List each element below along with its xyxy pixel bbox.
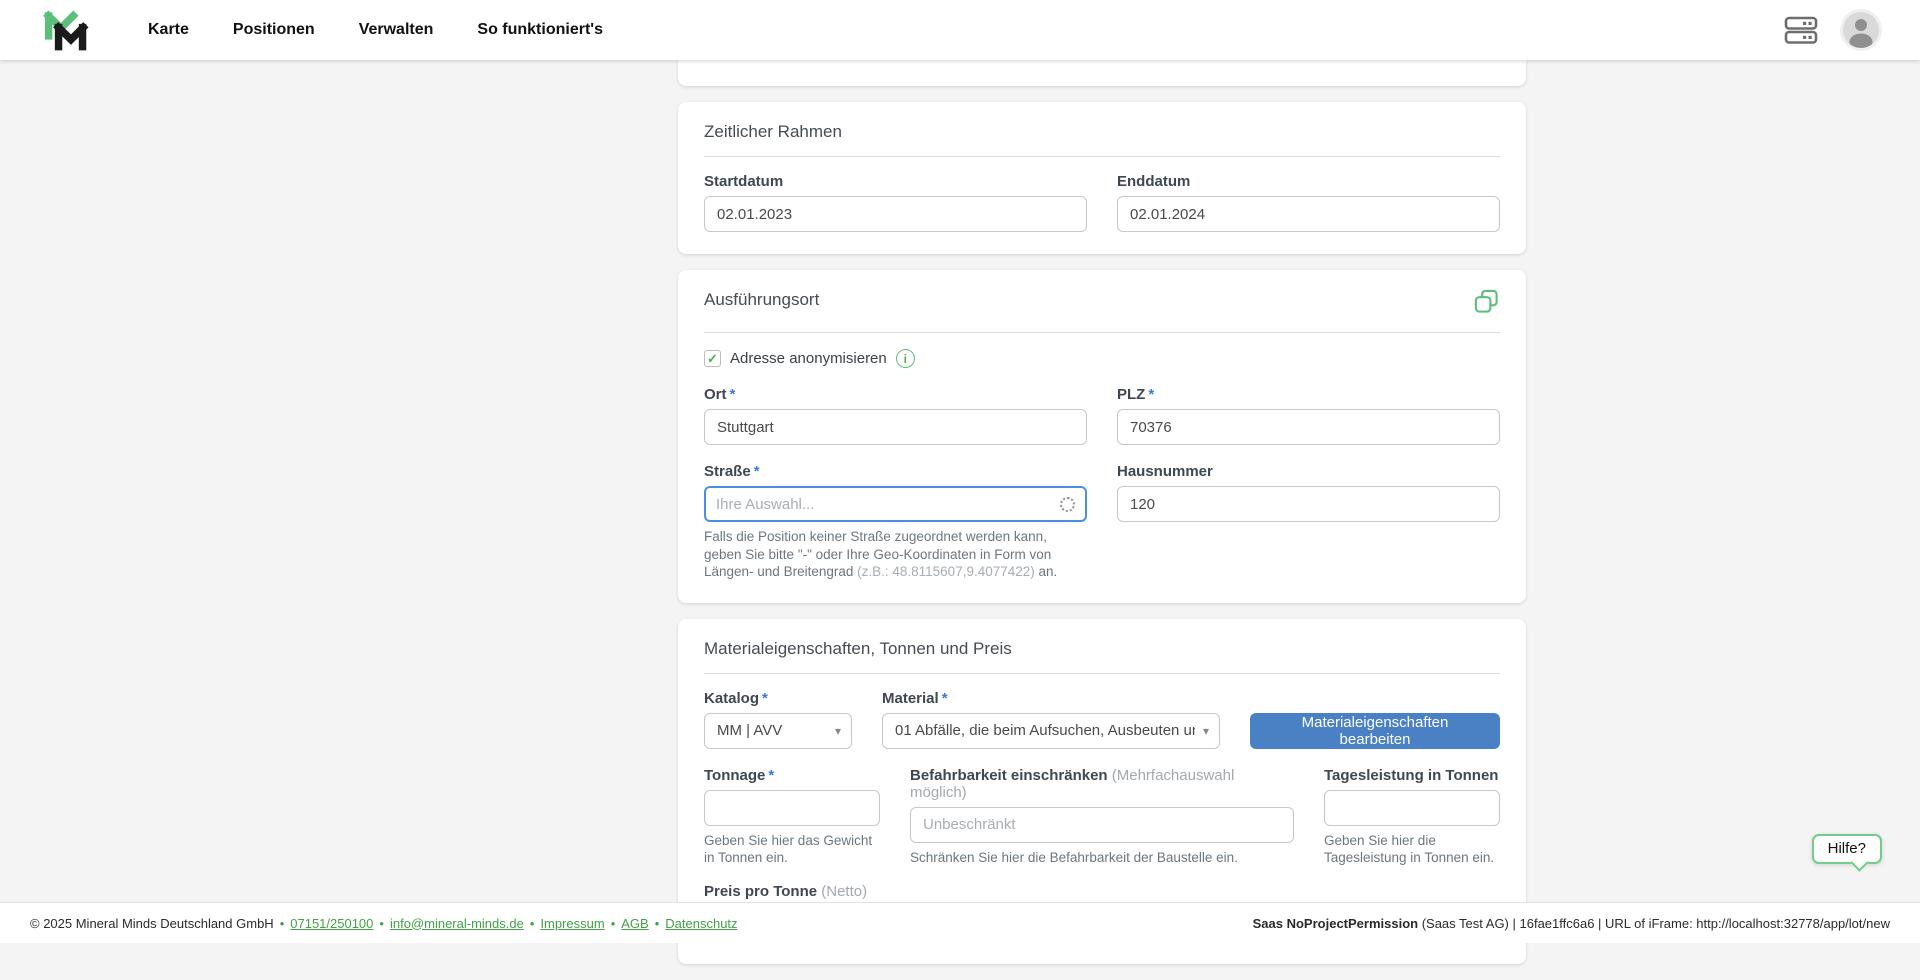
enddatum-field-group: Enddatum <box>1117 173 1500 232</box>
tonnage-input[interactable] <box>704 790 880 826</box>
strasse-label: Straße* <box>704 463 1087 480</box>
tagesleistung-input[interactable] <box>1324 790 1500 826</box>
strasse-combobox[interactable] <box>704 486 1087 522</box>
footer-agb-link[interactable]: AGB <box>621 916 648 931</box>
previous-card-bottom <box>678 60 1526 86</box>
help-button[interactable]: Hilfe? <box>1812 834 1882 864</box>
info-icon[interactable]: i <box>896 349 915 368</box>
anonymize-row: ✓ Adresse anonymisieren i <box>704 349 1500 368</box>
katalog-select[interactable]: MM | AVV ▾ <box>704 713 852 749</box>
katalog-field-group: Katalog* MM | AVV ▾ <box>704 690 852 749</box>
strasse-help-text: Falls die Position keiner Straße zugeord… <box>704 528 1087 581</box>
nav-karte[interactable]: Karte <box>148 21 189 39</box>
footer-separator: • <box>655 916 660 931</box>
required-marker: * <box>730 386 736 403</box>
footer: © 2025 Mineral Minds Deutschland GmbH • … <box>0 902 1920 943</box>
tagesleistung-field-group: Tagesleistung in Tonnen Geben Sie hier d… <box>1324 767 1500 867</box>
footer-permission-label: Saas NoProjectPermission <box>1253 916 1418 931</box>
divider <box>704 332 1500 333</box>
footer-left: © 2025 Mineral Minds Deutschland GmbH • … <box>30 916 738 931</box>
tonnage-help-text: Geben Sie hier das Gewicht in Tonnen ein… <box>704 832 880 867</box>
timeframe-card: Zeitlicher Rahmen Startdatum Enddatum <box>678 102 1526 254</box>
footer-impressum-link[interactable]: Impressum <box>540 916 604 931</box>
tagesleistung-help-text: Geben Sie hier die Tagesleistung in Tonn… <box>1324 832 1500 867</box>
footer-separator: • <box>280 916 285 931</box>
plz-label: PLZ* <box>1117 386 1500 403</box>
befahrbarkeit-help-text: Schränken Sie hier die Befahrbarkeit der… <box>910 849 1294 867</box>
strasse-field-group: Straße* Falls die Position keiner Straße… <box>704 463 1087 581</box>
chevron-down-icon: ▾ <box>835 724 841 738</box>
katalog-label: Katalog* <box>704 690 852 707</box>
material-select[interactable]: 01 Abfälle, die beim Aufsuchen, Ausbeute… <box>882 713 1220 749</box>
anonymize-label: Adresse anonymisieren <box>730 350 887 367</box>
server-stack-icon[interactable] <box>1784 15 1818 45</box>
navbar-right <box>1784 9 1882 51</box>
ort-input[interactable] <box>704 409 1087 445</box>
footer-session-details: (Saas Test AG) | 16fae1ffc6a6 | URL of i… <box>1418 916 1890 931</box>
user-avatar[interactable] <box>1840 9 1882 51</box>
footer-separator: • <box>379 916 384 931</box>
divider <box>704 156 1500 157</box>
edit-material-properties-button[interactable]: Materialeigenschaften bearbeiten <box>1250 713 1500 749</box>
copy-icon[interactable] <box>1473 288 1500 318</box>
hausnummer-label: Hausnummer <box>1117 463 1500 480</box>
tonnage-field-group: Tonnage* Geben Sie hier das Gewicht in T… <box>704 767 880 867</box>
ort-label: Ort* <box>704 386 1087 403</box>
footer-separator: • <box>530 916 535 931</box>
required-marker: * <box>754 463 760 480</box>
anonymize-checkbox[interactable]: ✓ <box>704 350 721 367</box>
startdatum-label: Startdatum <box>704 173 1087 190</box>
mineral-minds-logo-icon[interactable] <box>42 7 92 53</box>
material-field-group: Material* 01 Abfälle, die beim Aufsuchen… <box>882 690 1220 749</box>
tagesleistung-label: Tagesleistung in Tonnen <box>1324 767 1500 784</box>
required-marker: * <box>1148 386 1154 403</box>
material-title: Materialeigenschaften, Tonnen und Preis <box>704 637 1500 659</box>
required-marker: * <box>762 690 768 707</box>
ort-field-group: Ort* <box>704 386 1087 445</box>
chevron-down-icon: ▾ <box>1203 724 1209 738</box>
lot-form: Zeitlicher Rahmen Startdatum Enddatum Au… <box>678 60 1526 980</box>
top-navbar: Karte Positionen Verwalten So funktionie… <box>0 0 1920 60</box>
main-nav: Karte Positionen Verwalten So funktionie… <box>148 21 603 39</box>
nav-verwalten[interactable]: Verwalten <box>359 21 434 39</box>
befahrbarkeit-field-group: Befahrbarkeit einschränken (Mehrfachausw… <box>910 767 1294 867</box>
nav-so-funktionierts[interactable]: So funktioniert's <box>477 21 603 39</box>
startdatum-input[interactable] <box>704 196 1087 232</box>
befahrbarkeit-label: Befahrbarkeit einschränken (Mehrfachausw… <box>910 767 1294 801</box>
preis-label: Preis pro Tonne (Netto) <box>704 883 1500 900</box>
footer-phone-link[interactable]: 07151/250100 <box>290 916 373 931</box>
material-label: Material* <box>882 690 1220 707</box>
timeframe-title: Zeitlicher Rahmen <box>704 120 1500 142</box>
enddatum-input[interactable] <box>1117 196 1500 232</box>
hausnummer-field-group: Hausnummer <box>1117 463 1500 581</box>
footer-separator: • <box>611 916 616 931</box>
loading-spinner-icon <box>1060 497 1075 512</box>
required-marker: * <box>942 690 948 707</box>
footer-email-link[interactable]: info@mineral-minds.de <box>390 916 524 931</box>
befahrbarkeit-input[interactable] <box>910 807 1294 843</box>
location-title: Ausführungsort <box>704 288 819 310</box>
startdatum-field-group: Startdatum <box>704 173 1087 232</box>
tonnage-label: Tonnage* <box>704 767 880 784</box>
divider <box>704 673 1500 674</box>
checkmark-icon: ✓ <box>707 352 718 365</box>
plz-field-group: PLZ* <box>1117 386 1500 445</box>
location-card: Ausführungsort ✓ Adresse anonymisieren i… <box>678 270 1526 603</box>
footer-session-info: Saas NoProjectPermission (Saas Test AG) … <box>1253 916 1890 931</box>
nav-positionen[interactable]: Positionen <box>233 21 315 39</box>
plz-input[interactable] <box>1117 409 1500 445</box>
hausnummer-input[interactable] <box>1117 486 1500 522</box>
copyright-text: © 2025 Mineral Minds Deutschland GmbH <box>30 916 274 931</box>
required-marker: * <box>768 767 774 784</box>
strasse-input[interactable] <box>716 496 1060 513</box>
footer-datenschutz-link[interactable]: Datenschutz <box>665 916 737 931</box>
enddatum-label: Enddatum <box>1117 173 1500 190</box>
